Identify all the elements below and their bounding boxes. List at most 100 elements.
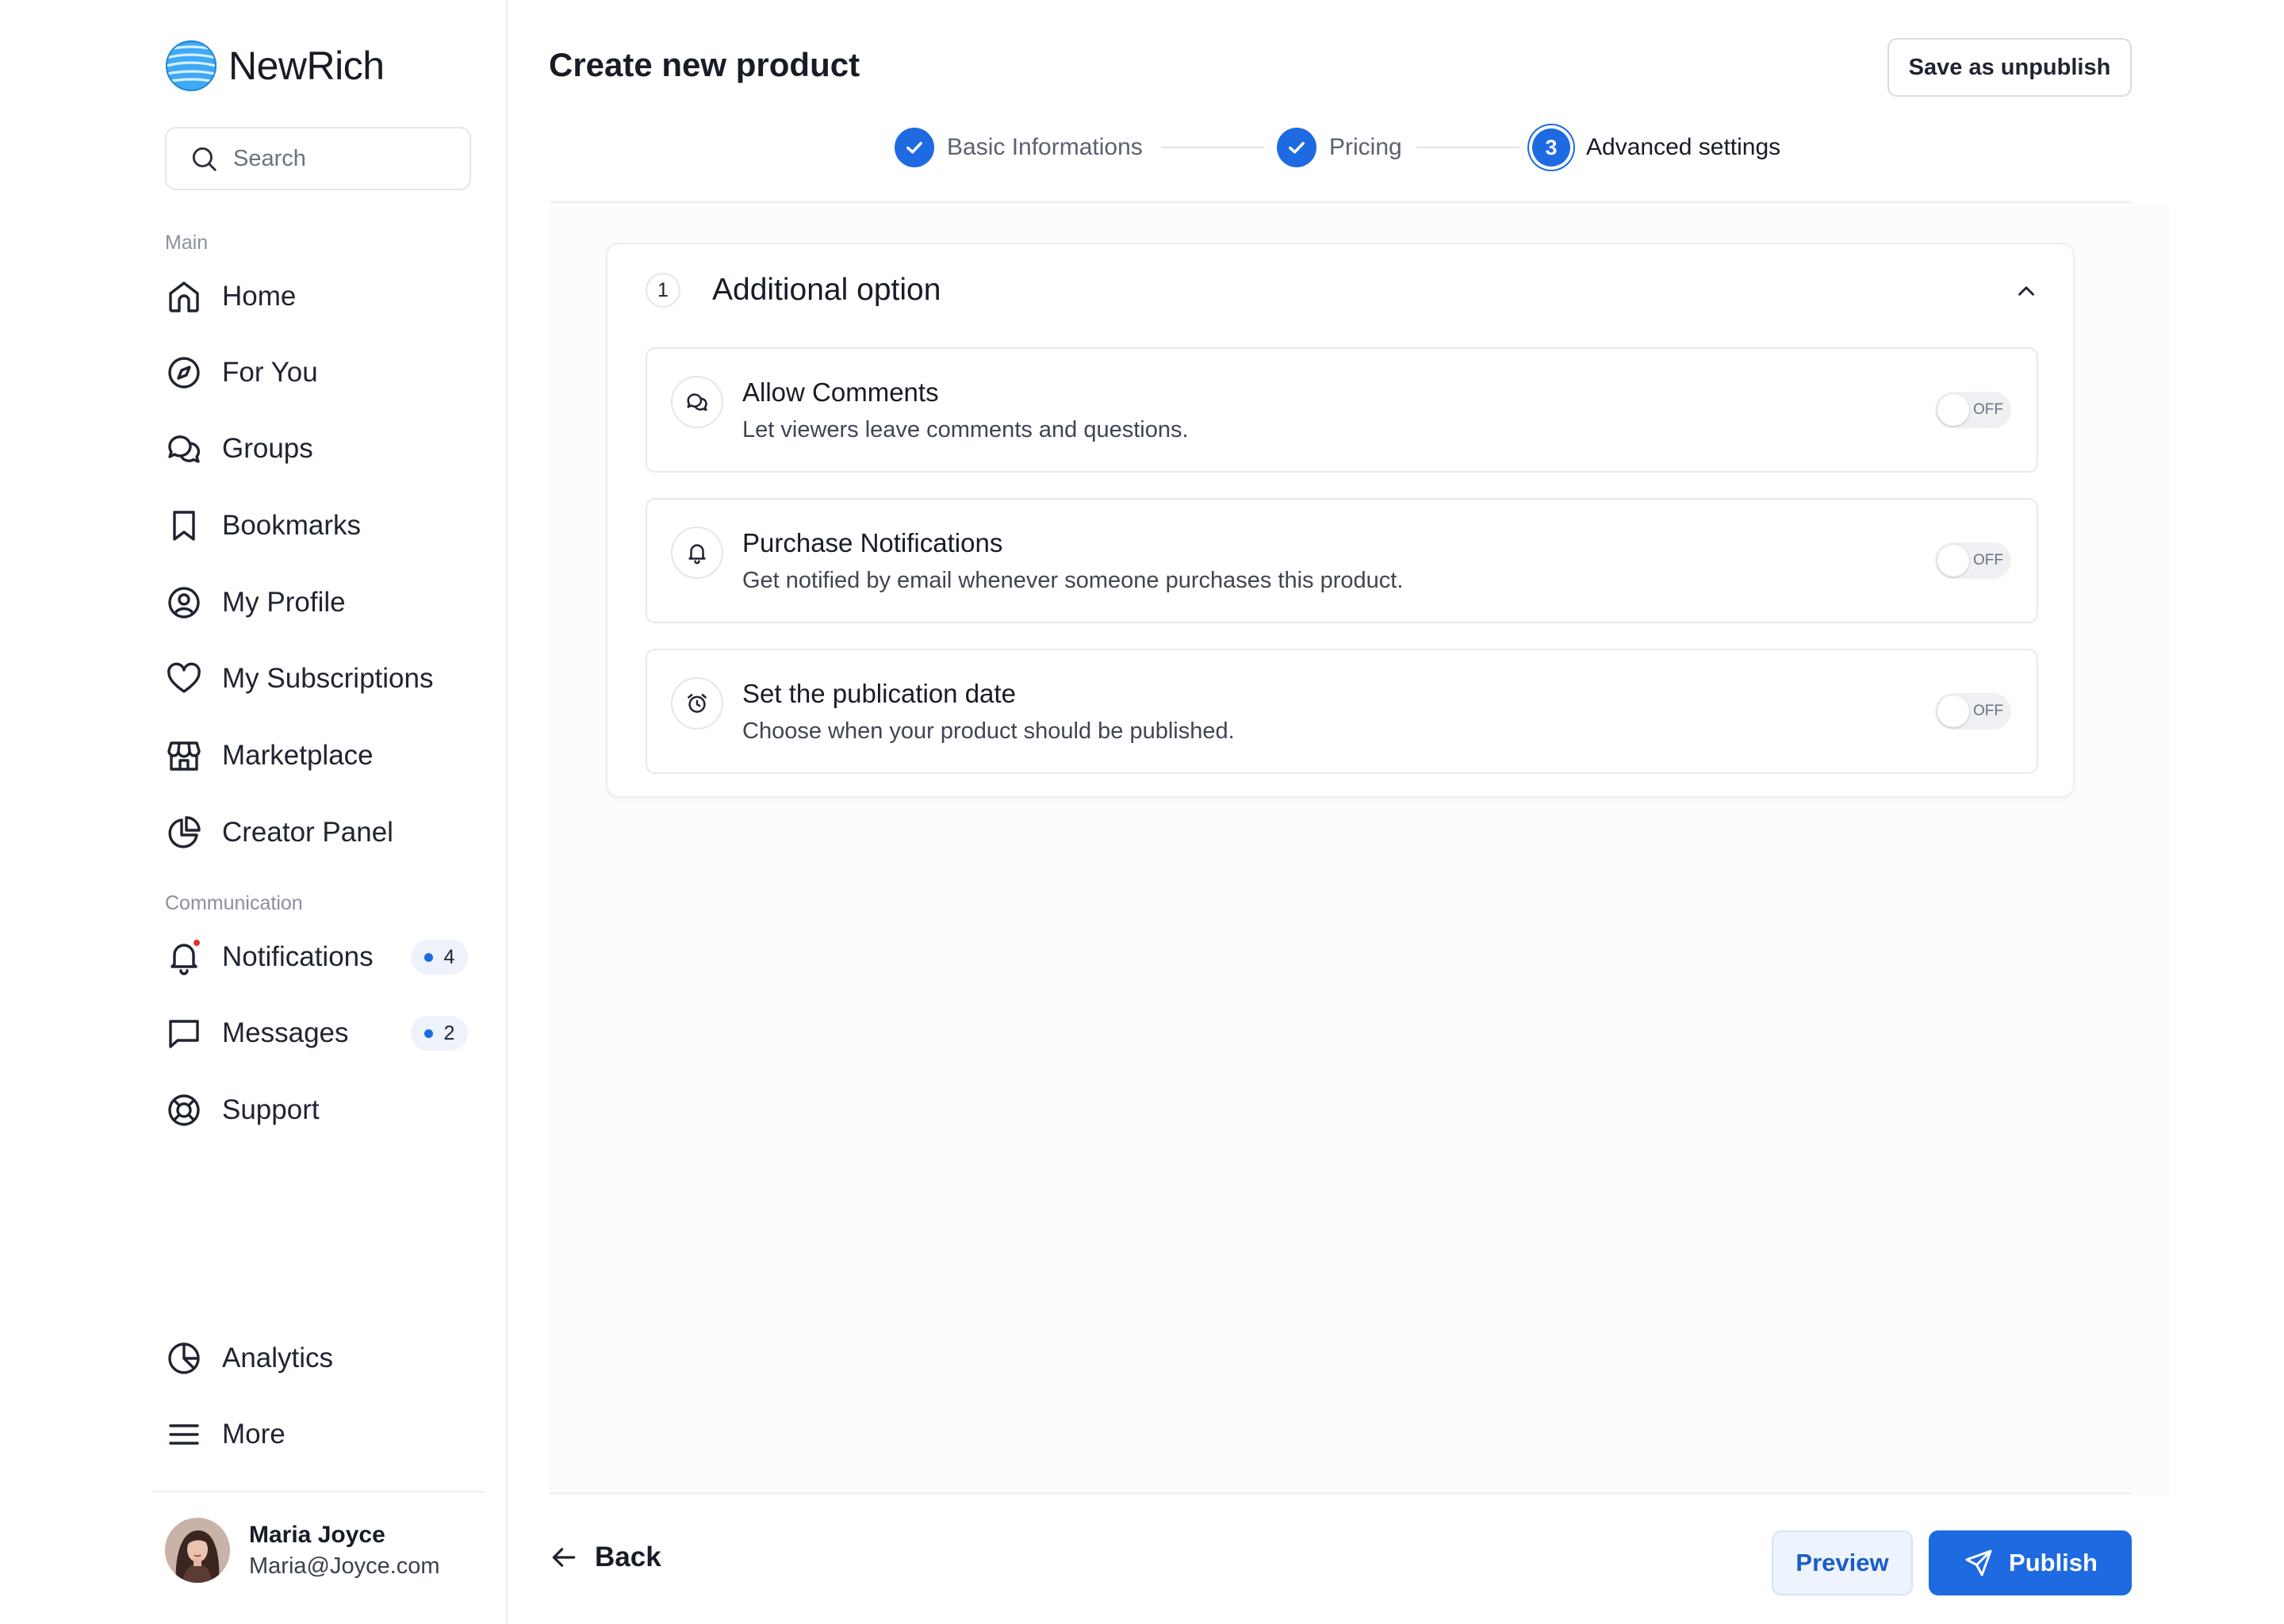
sidebar-item-label: Creator Panel <box>222 817 393 848</box>
footer-divider <box>549 1492 2132 1494</box>
sidebar-item-label: Bookmarks <box>222 510 362 541</box>
toggle-state: OFF <box>1973 703 2003 719</box>
sidebar-item-my-subscriptions[interactable]: My Subscriptions <box>165 653 474 705</box>
back-button[interactable]: Back <box>549 1542 661 1573</box>
sidebar-item-groups[interactable]: Groups <box>165 423 474 475</box>
lifebuoy-icon <box>165 1091 203 1129</box>
avatar <box>165 1518 230 1583</box>
sidebar-item-support[interactable]: Support <box>165 1084 474 1136</box>
toggle-knob <box>1937 394 1969 426</box>
step-label: Advanced settings <box>1586 134 1781 160</box>
page-title: Create new product <box>549 46 860 83</box>
unread-alert-dot <box>192 938 201 948</box>
app-logo[interactable]: NewRich <box>165 40 385 92</box>
option-allow-comments: Allow Comments Let viewers leave comment… <box>646 347 2038 473</box>
sidebar-item-label: Notifications <box>222 941 374 972</box>
sidebar-item-label: For You <box>222 357 318 388</box>
option-title: Allow Comments <box>742 377 939 407</box>
app-name: NewRich <box>228 44 385 88</box>
bookmark-icon <box>165 507 203 545</box>
step-advanced-settings[interactable]: 3 Advanced settings <box>1529 125 1780 170</box>
heart-icon <box>165 660 203 698</box>
option-description: Let viewers leave comments and questions… <box>742 417 1189 442</box>
sidebar-item-home[interactable]: Home <box>165 270 474 323</box>
sidebar-item-label: More <box>222 1419 286 1450</box>
analytics-pie-icon <box>165 1339 203 1377</box>
sidebar-item-label: My Profile <box>222 587 346 618</box>
step-connector <box>1161 147 1264 148</box>
user-email: Maria@Joyce.com <box>249 1553 440 1579</box>
message-square-icon <box>165 1014 203 1052</box>
save-as-unpublish-button[interactable]: Save as unpublish <box>1887 38 2132 97</box>
arrow-left-icon <box>552 1548 576 1567</box>
option-title: Purchase Notifications <box>742 528 1003 557</box>
preview-button[interactable]: Preview <box>1772 1530 1913 1595</box>
option-description: Choose when your product should be publi… <box>742 718 1235 744</box>
sidebar-item-analytics[interactable]: Analytics <box>165 1332 474 1385</box>
allow-comments-toggle[interactable]: OFF <box>1935 392 2011 428</box>
badge-dot <box>423 1028 433 1038</box>
alarm-clock-icon <box>671 677 723 730</box>
sidebar-item-label: Analytics <box>222 1342 334 1373</box>
send-icon <box>1965 1549 1992 1576</box>
step-label: Pricing <box>1329 134 1402 160</box>
option-description: Get notified by email whenever someone p… <box>742 568 1404 593</box>
messages-count-badge: 2 <box>411 1016 468 1051</box>
sidebar-item-label: My Subscriptions <box>222 663 434 694</box>
progress-stepper: Basic Informations Pricing 3 Advanced se… <box>0 125 2284 170</box>
badge-count: 2 <box>443 1021 455 1044</box>
compass-icon <box>165 354 203 392</box>
sidebar-item-notifications[interactable]: Notifications 4 <box>165 931 474 983</box>
publication-date-toggle[interactable]: OFF <box>1935 693 2011 730</box>
sidebar: NewRich Main Home For You <box>0 0 508 1624</box>
bell-icon <box>671 527 723 579</box>
section-label-main: Main <box>165 232 209 254</box>
notifications-count-badge: 4 <box>411 940 468 975</box>
panel-title: Additional option <box>712 273 941 307</box>
step-number-current: 3 <box>1529 125 1573 170</box>
user-profile-card[interactable]: Maria Joyce Maria@Joyce.com <box>165 1518 440 1583</box>
option-title: Set the publication date <box>742 679 1016 708</box>
publish-button[interactable]: Publish <box>1929 1530 2132 1595</box>
user-name: Maria Joyce <box>249 1521 385 1548</box>
sidebar-item-label: Support <box>222 1094 320 1125</box>
checkmark-icon <box>895 128 934 167</box>
toggle-knob <box>1937 695 1969 727</box>
chevron-up-icon[interactable] <box>2013 278 2040 304</box>
section-label-communication: Communication <box>165 892 303 914</box>
sidebar-divider <box>152 1491 485 1492</box>
sidebar-item-marketplace[interactable]: Marketplace <box>165 730 474 782</box>
chat-bubbles-icon <box>165 430 203 468</box>
sidebar-item-more[interactable]: More <box>165 1408 474 1461</box>
step-connector <box>1416 147 1519 148</box>
sidebar-item-for-you[interactable]: For You <box>165 347 474 399</box>
sidebar-item-bookmarks[interactable]: Bookmarks <box>165 500 474 552</box>
sidebar-item-creator-panel[interactable]: Creator Panel <box>165 806 474 859</box>
option-purchase-notifications: Purchase Notifications Get notified by e… <box>646 498 2038 623</box>
step-pricing[interactable]: Pricing <box>1277 125 1402 170</box>
toggle-state: OFF <box>1973 401 2003 418</box>
sidebar-item-label: Messages <box>222 1017 349 1048</box>
panel-number: 1 <box>646 273 680 308</box>
purchase-notifications-toggle[interactable]: OFF <box>1935 542 2011 579</box>
comments-icon <box>671 376 723 428</box>
storefront-icon <box>165 737 203 775</box>
sidebar-item-my-profile[interactable]: My Profile <box>165 576 474 629</box>
option-publication-date: Set the publication date Choose when you… <box>646 649 2038 774</box>
badge-count: 4 <box>443 945 455 968</box>
bell-icon <box>165 938 203 976</box>
sidebar-item-label: Marketplace <box>222 740 374 771</box>
menu-icon <box>165 1415 203 1454</box>
sidebar-item-messages[interactable]: Messages 2 <box>165 1007 474 1059</box>
badge-dot <box>423 952 433 962</box>
sidebar-item-label: Home <box>222 281 297 312</box>
back-label: Back <box>595 1542 661 1572</box>
additional-option-panel: 1 Additional option Allow Comments Let v… <box>606 243 2075 798</box>
panel-header[interactable]: 1 Additional option <box>607 244 2073 336</box>
globe-logo-icon <box>166 40 217 91</box>
home-icon <box>165 278 203 316</box>
step-label: Basic Informations <box>947 134 1143 160</box>
step-basic-informations[interactable]: Basic Informations <box>895 125 1143 170</box>
toggle-knob <box>1937 545 1969 576</box>
sidebar-item-label: Groups <box>222 433 313 464</box>
